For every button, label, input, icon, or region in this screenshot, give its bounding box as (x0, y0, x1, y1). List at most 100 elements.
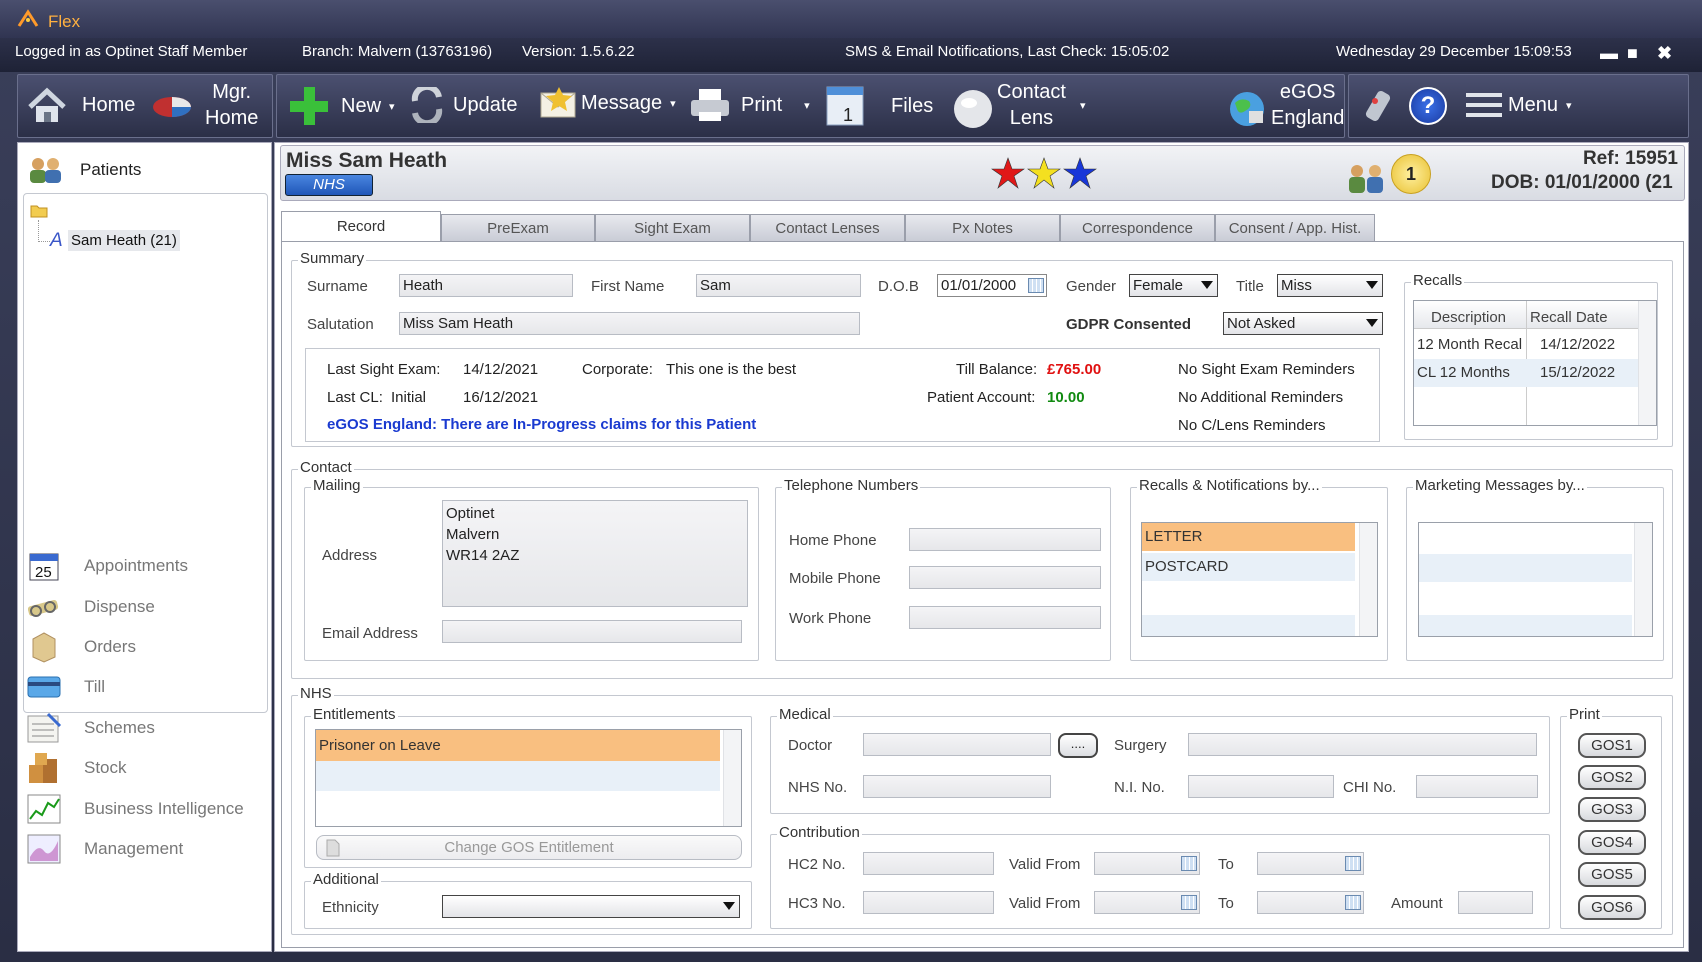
home-phone-field[interactable] (909, 528, 1101, 551)
patient-account-value: 10.00 (1047, 389, 1085, 406)
gender-select[interactable]: Female (1129, 274, 1218, 297)
change-gos-entitlement-button[interactable]: Change GOS Entitlement (316, 835, 742, 860)
nav-business-intelligence[interactable]: Business Intelligence (26, 793, 244, 825)
dob-field[interactable]: 01/01/2000 (937, 274, 1047, 297)
nav-schemes[interactable]: Schemes (26, 712, 155, 744)
list-item[interactable]: POSTCARD (1142, 553, 1355, 581)
datetime-text: Wednesday 29 December 15:09:53 (1336, 43, 1572, 60)
email-field[interactable] (442, 620, 742, 643)
help-button[interactable]: ? (1409, 87, 1447, 125)
nav-till[interactable]: Till (26, 671, 105, 703)
amount-field[interactable] (1458, 891, 1533, 914)
egos-claims-message[interactable]: eGOS England: There are In-Progress clai… (327, 416, 756, 433)
nav-dispense[interactable]: Dispense (26, 591, 155, 623)
gdpr-select[interactable]: Not Asked (1223, 312, 1383, 335)
star-red-icon (991, 157, 1025, 189)
recalls-scrollbar[interactable] (1638, 301, 1656, 425)
tab-record[interactable]: Record (281, 211, 441, 242)
hc3-to-field[interactable] (1257, 891, 1364, 914)
title-select[interactable]: Miss (1277, 274, 1383, 297)
remote-button[interactable] (1361, 87, 1393, 125)
files-button[interactable]: 1 Files (825, 85, 933, 127)
toolbar-group-actions: New ▾ Update Message ▾ Print ▾ 1 Files Cont… (276, 74, 1345, 138)
contact-lens-button[interactable]: Contact Lens ▾ (953, 79, 1085, 131)
doctor-lookup-button[interactable]: .... (1058, 733, 1098, 758)
update-button[interactable]: Update (409, 87, 518, 123)
mgr-home-button[interactable]: Mgr. Home (151, 79, 258, 131)
schemes-icon (27, 712, 62, 743)
tree-patient-item[interactable]: Sam Heath (21) (68, 230, 180, 251)
new-button[interactable]: New ▾ (289, 85, 395, 127)
gos5-button[interactable]: GOS5 (1578, 862, 1646, 887)
calendar-picker-icon[interactable] (1345, 856, 1361, 871)
gos3-button[interactable]: GOS3 (1578, 797, 1646, 822)
hc2-to-field[interactable] (1257, 852, 1364, 875)
maximize-button[interactable]: ■ (1627, 43, 1638, 64)
ethnicity-select[interactable] (442, 895, 740, 918)
recall-row[interactable]: CL 12 Months 15/12/2022 (1414, 359, 1640, 387)
nav-orders[interactable]: Orders (26, 631, 136, 663)
patient-type-icon: A (50, 230, 63, 251)
hamburger-icon (1466, 93, 1502, 117)
recalls-col-description[interactable]: Description (1431, 309, 1506, 326)
mobile-phone-field[interactable] (909, 566, 1101, 589)
logged-in-text: Logged in as Optinet Staff Member (15, 43, 248, 60)
calendar-picker-icon[interactable] (1181, 856, 1197, 871)
doctor-field[interactable] (863, 733, 1051, 756)
tab-preexam[interactable]: PreExam (441, 214, 595, 242)
line-chart-icon (27, 794, 61, 824)
coin-badge[interactable]: 1 (1391, 154, 1431, 194)
close-button[interactable]: ✖ (1657, 43, 1672, 64)
recalls-col-date[interactable]: Recall Date (1530, 309, 1608, 326)
nav-management[interactable]: Management (26, 833, 183, 865)
nav-stock[interactable]: Stock (26, 752, 127, 784)
address-field[interactable]: Optinet Malvern WR14 2AZ (442, 500, 748, 607)
tab-consent[interactable]: Consent / App. Hist. (1215, 214, 1375, 242)
calendar-picker-icon[interactable] (1345, 895, 1361, 910)
tab-px-notes[interactable]: Px Notes (905, 214, 1060, 242)
surgery-field[interactable] (1188, 733, 1537, 756)
gos4-button[interactable]: GOS4 (1578, 830, 1646, 855)
home-button[interactable]: Home (26, 85, 135, 125)
gos6-button[interactable]: GOS6 (1578, 895, 1646, 920)
list-item[interactable]: Prisoner on Leave (316, 730, 720, 761)
print-button[interactable]: Print ▾ (689, 87, 810, 123)
patient-name: Miss Sam Heath (286, 149, 448, 172)
gos2-button[interactable]: GOS2 (1578, 765, 1646, 790)
calendar-picker-icon[interactable] (1181, 895, 1197, 910)
ni-number-field[interactable] (1188, 775, 1334, 798)
management-chart-icon (27, 834, 61, 864)
message-button[interactable]: Message ▾ (539, 85, 676, 121)
marketing-scrollbar[interactable] (1634, 523, 1652, 636)
work-phone-field[interactable] (909, 606, 1101, 629)
surname-field[interactable]: Heath (399, 274, 573, 297)
calendar-picker-icon[interactable] (1028, 278, 1044, 293)
hc3-field[interactable] (863, 891, 994, 914)
recalls-table: Description Recall Date 12 Month Recal 14… (1413, 300, 1657, 426)
recalls-by-scrollbar[interactable] (1359, 523, 1377, 636)
orders-icon (32, 632, 56, 663)
list-item[interactable]: LETTER (1142, 523, 1355, 551)
hc2-valid-from-field[interactable] (1094, 852, 1200, 875)
tab-sight-exam[interactable]: Sight Exam (595, 214, 750, 242)
menu-button[interactable]: Menu ▾ (1464, 87, 1572, 123)
tab-correspondence[interactable]: Correspondence (1060, 214, 1215, 242)
hc2-field[interactable] (863, 852, 994, 875)
nav-appointments[interactable]: 25 Appointments (26, 550, 188, 582)
nhs-number-field[interactable] (863, 775, 1051, 798)
recall-row[interactable]: 12 Month Recal 14/12/2022 (1414, 331, 1640, 359)
firstname-field[interactable]: Sam (696, 274, 861, 297)
entitlements-scrollbar[interactable] (723, 730, 741, 826)
patients-header[interactable]: Patients (26, 155, 141, 185)
envelope-icon (540, 87, 576, 118)
hc3-valid-from-field[interactable] (1094, 891, 1200, 914)
tab-contact-lenses[interactable]: Contact Lenses (750, 214, 905, 242)
salutation-field[interactable]: Miss Sam Heath (399, 312, 860, 335)
corporate-value: This one is the best (666, 361, 797, 378)
egos-england-button[interactable]: eGOS England (1227, 79, 1344, 131)
gos1-button[interactable]: GOS1 (1578, 733, 1646, 758)
main-toolbar: Home Mgr. Home New ▾ Update Message ▾ Pr… (17, 74, 1689, 138)
minimize-button[interactable]: ▬ (1600, 43, 1618, 64)
chi-number-field[interactable] (1416, 775, 1538, 798)
toolbar-group-home: Home Mgr. Home (17, 74, 273, 138)
